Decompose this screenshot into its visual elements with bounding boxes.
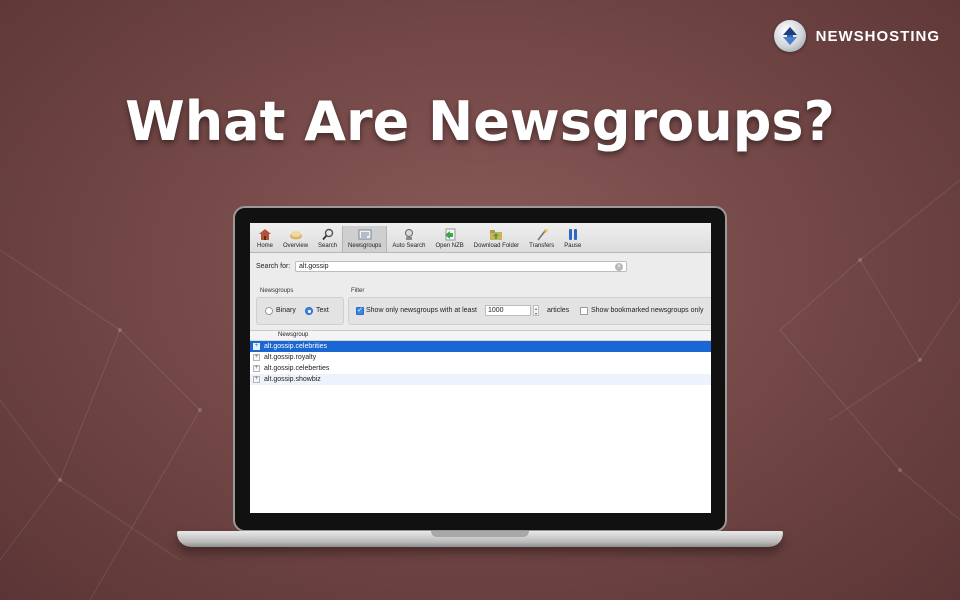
newshosting-logo: NEWSHOSTING: [773, 20, 940, 52]
brand-name: NEWSHOSTING: [815, 27, 940, 45]
search-label: Search for:: [256, 263, 291, 270]
search-area: Search for: alt.gossip ×: [250, 253, 711, 285]
min-articles-input[interactable]: 1000: [485, 305, 531, 316]
search-icon: [321, 228, 333, 241]
toolbar-overview-button[interactable]: Overview: [278, 226, 313, 252]
binary-radio[interactable]: [265, 307, 273, 315]
text-radio[interactable]: [305, 307, 313, 315]
newsgroup-name: alt.gossip.celeberties: [264, 365, 330, 372]
open-nzb-icon: [444, 228, 456, 241]
list-item[interactable]: + alt.gossip.celebrities: [250, 341, 711, 352]
toolbar-search-button[interactable]: Search: [313, 226, 342, 252]
newsgroups-icon: [358, 229, 372, 240]
newsgroup-name: alt.gossip.royalty: [264, 354, 317, 361]
newshosting-logo-icon: [773, 20, 806, 52]
transfers-icon: [537, 229, 548, 241]
list-item[interactable]: + alt.gossip.showbiz: [250, 374, 711, 385]
options-area: Newsgroups Binary Text Filter ✓ Show onl…: [250, 285, 711, 331]
toolbar-transfers-button[interactable]: Transfers: [524, 226, 559, 252]
filter-group-title: Filter: [351, 288, 365, 294]
download-folder-icon: [490, 230, 503, 240]
toolbar-home-button[interactable]: Home: [252, 226, 278, 252]
expand-icon[interactable]: +: [253, 365, 260, 372]
bookmarked-label: Show bookmarked newsgroups only: [591, 307, 704, 314]
search-input[interactable]: alt.gossip: [295, 261, 627, 272]
articles-label: articles: [547, 307, 570, 314]
show-min-label: Show only newsgroups with at least: [366, 307, 477, 314]
expand-icon[interactable]: +: [253, 343, 260, 350]
list-header[interactable]: Newsgroup: [250, 331, 711, 341]
newsgroup-column-header: Newsgroup: [278, 332, 309, 338]
toolbar-auto-search-button[interactable]: Auto Search: [387, 226, 430, 252]
bookmarked-checkbox[interactable]: [580, 307, 588, 315]
pause-icon: [568, 229, 577, 240]
overview-icon: [289, 231, 302, 240]
home-icon: [259, 229, 271, 240]
min-articles-stepper[interactable]: ▴ ▾: [533, 305, 539, 316]
toolbar: Home Overview Search Newsgroups Auto Sea…: [250, 223, 711, 253]
clear-search-icon[interactable]: ×: [615, 263, 623, 271]
newsgroups-group-box: Binary Text: [256, 297, 344, 325]
auto-search-icon: [404, 229, 413, 240]
toolbar-open-nzb-button[interactable]: Open NZB: [430, 226, 468, 252]
list-item[interactable]: + alt.gossip.celeberties: [250, 363, 711, 374]
toolbar-download-folder-button[interactable]: Download Folder: [469, 226, 524, 252]
newsgroups-group-title: Newsgroups: [260, 288, 294, 294]
text-label: Text: [316, 307, 329, 314]
laptop-notch: [431, 531, 529, 537]
newsgroup-name: alt.gossip.celebrities: [264, 343, 328, 350]
page-title: What Are Newsgroups?: [125, 90, 835, 153]
app-window: Home Overview Search Newsgroups Auto Sea…: [250, 223, 711, 513]
newsgroup-name: alt.gossip.showbiz: [264, 376, 321, 383]
show-min-checkbox[interactable]: ✓: [356, 307, 364, 315]
binary-label: Binary: [276, 307, 296, 314]
toolbar-pause-button[interactable]: Pause: [559, 226, 586, 252]
list-item[interactable]: + alt.gossip.royalty: [250, 352, 711, 363]
toolbar-newsgroups-button[interactable]: Newsgroups: [342, 226, 388, 252]
expand-icon[interactable]: +: [253, 376, 260, 383]
expand-icon[interactable]: +: [253, 354, 260, 361]
